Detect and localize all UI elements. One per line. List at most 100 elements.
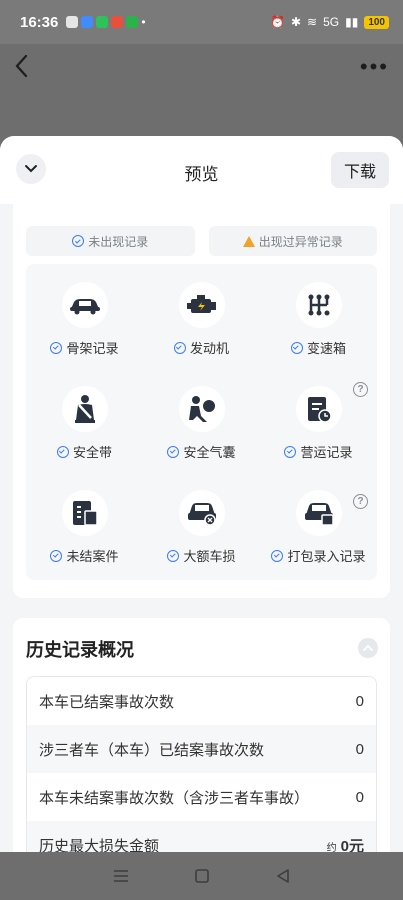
- airbag-icon: [188, 396, 215, 422]
- warning-icon: [242, 235, 255, 247]
- table-row: 历史最大损失金额 约 0元: [27, 821, 376, 852]
- engine-icon: [186, 295, 216, 313]
- more-button[interactable]: •••: [360, 54, 389, 80]
- icon-wrap: [178, 282, 225, 328]
- preview-sheet: 预览 下载 未出现记录 出现过异常记录 骨架记录 发动机 变速箱 安全带 安全气…: [0, 136, 403, 852]
- item-label: 安全气囊: [183, 445, 236, 460]
- legend-row: 未出现记录 出现过异常记录: [26, 226, 377, 256]
- item-label: 骨架记录: [66, 341, 119, 356]
- check-circle-icon: [173, 341, 186, 354]
- dot-icon: •: [141, 15, 146, 29]
- grid-item-bundle-record[interactable]: 打包录入记录: [260, 472, 377, 572]
- label-row: 发动机: [173, 338, 229, 357]
- chevron-left-icon: [15, 54, 28, 78]
- grid-item-pending-case[interactable]: 未结案件: [26, 472, 143, 572]
- grid-item-major-damage[interactable]: 大额车损: [143, 472, 260, 572]
- wechat-icon: [66, 16, 79, 28]
- item-label: 打包录入记录: [287, 549, 366, 564]
- home-nav-button[interactable]: [191, 865, 213, 887]
- notification-icons: •: [66, 15, 146, 29]
- item-label: 营运记录: [300, 445, 353, 460]
- label-row: 营运记录: [284, 442, 353, 461]
- label-row: 骨架记录: [50, 338, 119, 357]
- check-grid: 骨架记录 发动机 变速箱 安全带 安全气囊 营运记录 ? 未结案件 大额车损 打…: [26, 264, 377, 580]
- app-red-icon: [111, 16, 124, 28]
- label-row: 变速箱: [290, 338, 346, 357]
- icon-wrap: [61, 386, 108, 432]
- system-nav-bar: [0, 852, 403, 900]
- check-circle-icon: [271, 549, 284, 562]
- item-label: 未结案件: [66, 549, 119, 564]
- menu-nav-button[interactable]: [110, 865, 132, 887]
- item-label: 变速箱: [306, 341, 346, 356]
- help-icon[interactable]: ?: [353, 494, 368, 509]
- triangle-back-icon: [276, 869, 289, 883]
- label-row: 大额车损: [167, 546, 236, 565]
- icon-wrap: [61, 490, 108, 536]
- row-value-prefix: 约: [326, 842, 337, 853]
- table-row: 涉三者车（本车）已结案事故次数 0: [27, 725, 376, 773]
- menu-icon: [113, 870, 128, 882]
- check-circle-icon: [167, 445, 180, 458]
- row-label: 本车已结案事故次数: [39, 693, 175, 711]
- grid-item-engine[interactable]: 发动机: [143, 264, 260, 364]
- legend-abnormal-label: 出现过异常记录: [258, 234, 343, 249]
- check-circle-icon: [290, 341, 303, 354]
- bluetooth-icon: ✱: [290, 15, 302, 29]
- back-nav-button[interactable]: [272, 865, 294, 887]
- more-icon: •••: [359, 54, 389, 79]
- row-label: 涉三者车（本车）已结案事故次数: [39, 741, 265, 759]
- legend-normal-label: 未出现记录: [88, 234, 149, 249]
- download-button[interactable]: 下载: [331, 152, 389, 188]
- back-button[interactable]: [12, 52, 40, 84]
- icon-wrap: [61, 282, 108, 328]
- check-circle-icon: [72, 235, 85, 247]
- icon-wrap: [295, 282, 342, 328]
- row-value: 0: [355, 788, 364, 806]
- major-damage-icon: [187, 503, 216, 526]
- gearbox-icon: [308, 294, 329, 316]
- check-circle-icon: [284, 445, 297, 458]
- check-circle-icon: [167, 549, 180, 562]
- signal-label: 5G: [323, 15, 340, 29]
- icon-wrap: [178, 490, 225, 536]
- item-label: 发动机: [189, 341, 229, 356]
- row-label: 本车未结案事故次数（含涉三者车事故）: [39, 789, 310, 807]
- alarm-icon: ⏰: [270, 15, 285, 29]
- chevron-up-icon: [363, 644, 373, 651]
- check-circle-icon: [50, 549, 63, 562]
- grid-item-gearbox[interactable]: 变速箱: [260, 264, 377, 364]
- label-row: 打包录入记录: [271, 546, 366, 565]
- battery-icon: 100: [364, 15, 389, 29]
- history-title: 历史记录概况: [26, 640, 134, 660]
- grid-item-frame[interactable]: 骨架记录: [26, 264, 143, 364]
- operation-record-icon: [307, 397, 332, 423]
- table-row: 本车未结案事故次数（含涉三者车事故） 0: [27, 773, 376, 821]
- row-value: 0元: [340, 837, 364, 853]
- check-circle-icon: [50, 341, 63, 354]
- row-value-group: 约 0元: [327, 835, 364, 853]
- icon-wrap: [295, 386, 342, 432]
- bundle-record-icon: [304, 503, 334, 526]
- grid-item-seatbelt[interactable]: 安全带: [26, 368, 143, 468]
- chat-icon: [96, 16, 109, 28]
- seatbelt-icon: [74, 395, 95, 423]
- status-right: ⏰ ✱ ≋ 5G ▮▮ 100: [270, 15, 389, 29]
- row-label: 历史最大损失金额: [39, 837, 160, 853]
- app-grid-icon: [81, 16, 94, 28]
- home-square-icon: [194, 869, 209, 883]
- status-time: 16:36: [20, 13, 59, 31]
- icon-wrap: [295, 490, 342, 536]
- pending-case-icon: [72, 501, 98, 526]
- check-circle-icon: [56, 445, 69, 458]
- history-toggle[interactable]: [358, 638, 378, 658]
- phone-icon: [126, 16, 139, 28]
- sheet-header: 预览 下载: [0, 136, 403, 204]
- item-label: 安全带: [72, 445, 112, 460]
- table-row: 本车已结案事故次数 0: [27, 677, 376, 725]
- label-row: 安全气囊: [167, 442, 236, 461]
- grid-item-airbag[interactable]: 安全气囊: [143, 368, 260, 468]
- help-icon[interactable]: ?: [353, 382, 368, 397]
- row-value: 0: [355, 692, 364, 710]
- item-label: 大额车损: [183, 549, 236, 564]
